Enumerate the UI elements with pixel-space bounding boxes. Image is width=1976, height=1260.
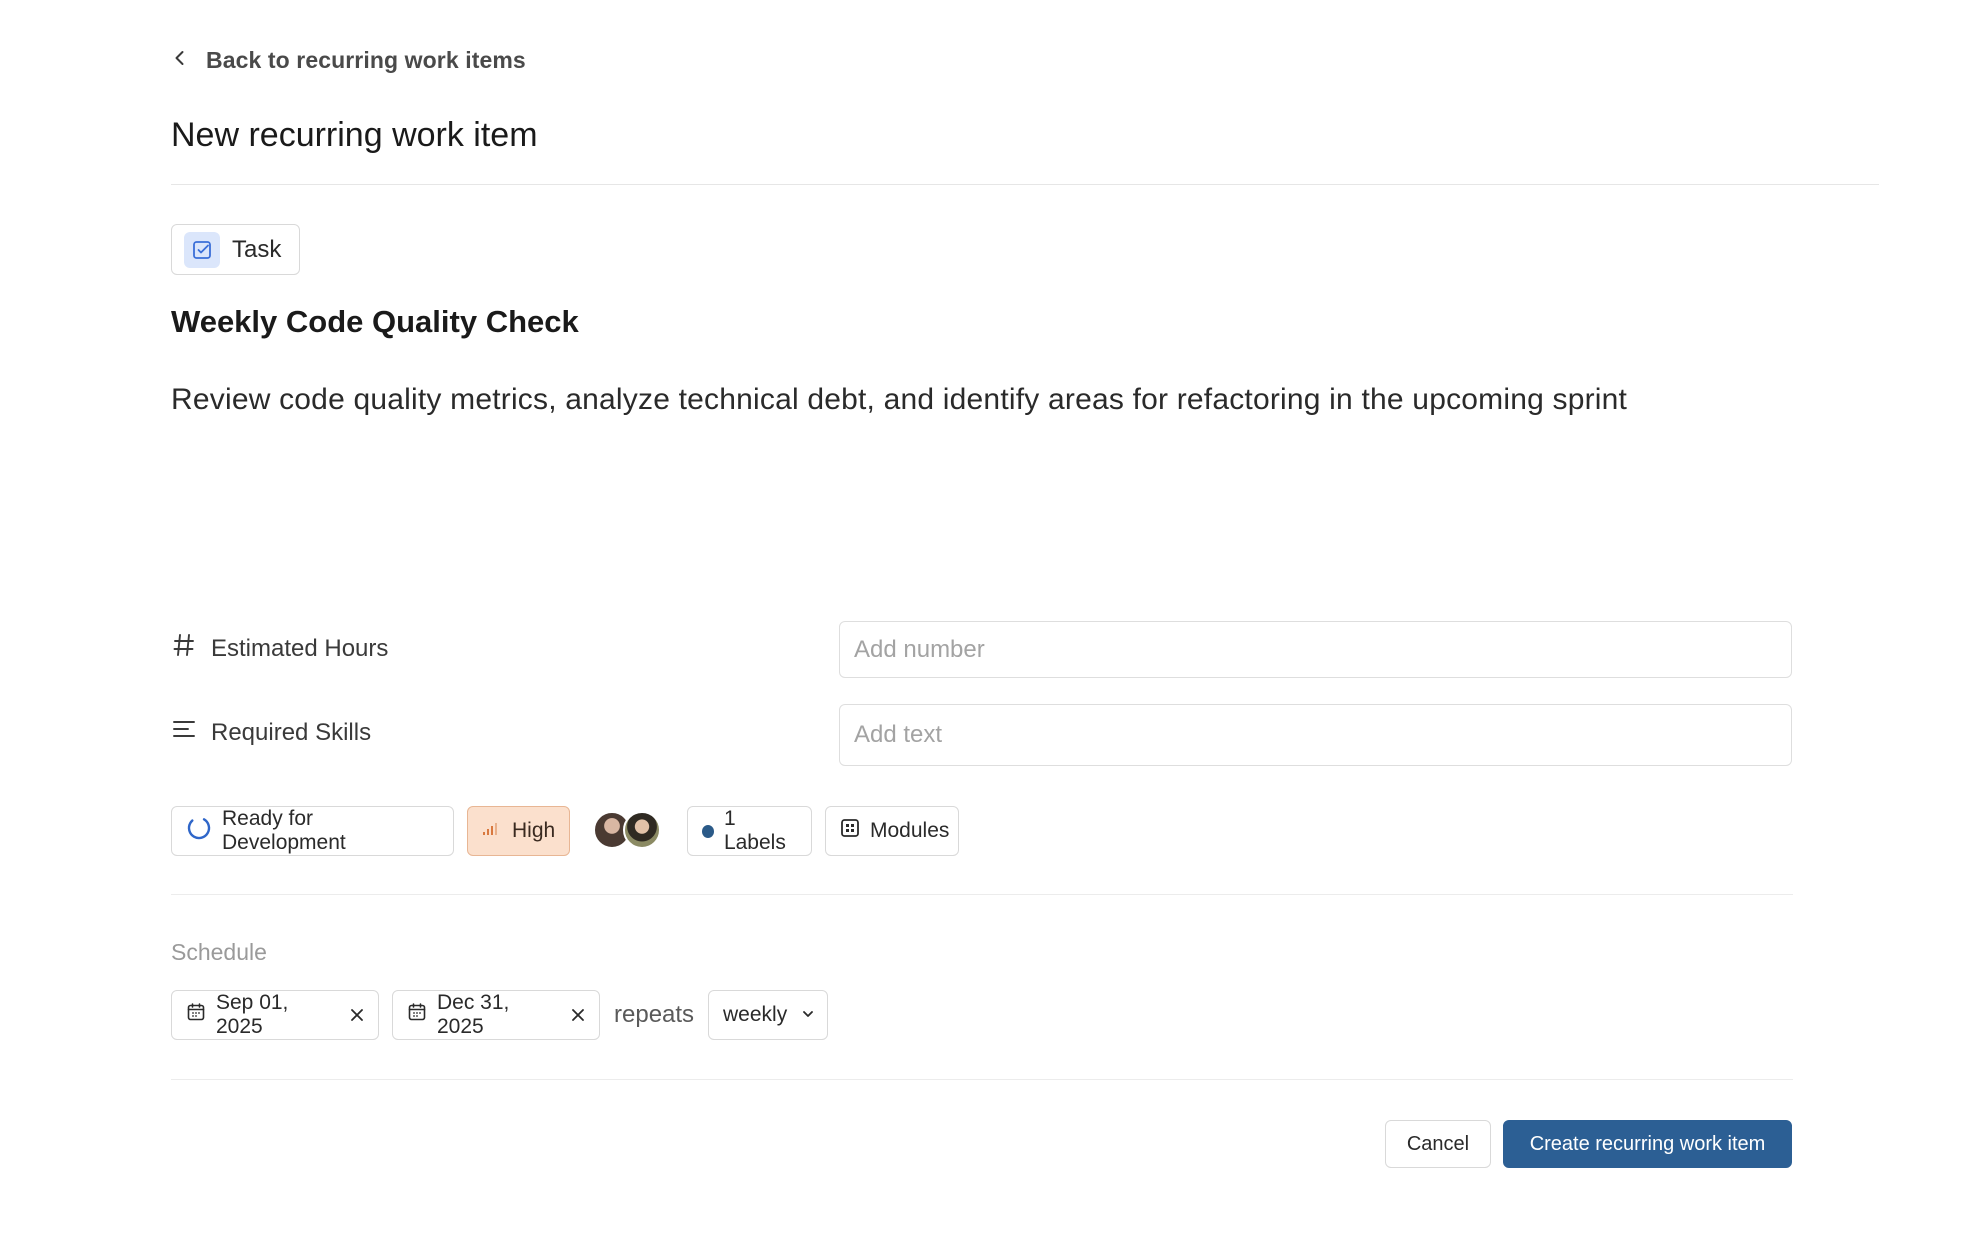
modules-label: Modules: [870, 819, 950, 842]
schedule-heading: Schedule: [171, 939, 267, 965]
estimated-hours-input[interactable]: [839, 621, 1792, 678]
required-skills-property: Required Skills: [171, 716, 371, 749]
labels-label: 1 Labels: [723, 807, 786, 854]
modules-dropdown[interactable]: Modules: [825, 806, 959, 856]
text-lines-icon: [171, 716, 197, 749]
hash-icon: [171, 632, 197, 665]
frequency-value: weekly: [723, 1003, 788, 1026]
priority-dropdown[interactable]: High: [467, 806, 570, 856]
estimated-hours-label: Estimated Hours: [211, 634, 389, 662]
required-skills-input[interactable]: [839, 704, 1792, 766]
state-dropdown[interactable]: Ready for Development: [171, 806, 454, 856]
in-progress-state-icon: [186, 815, 212, 847]
end-date-picker[interactable]: Dec 31, 2025: [392, 990, 600, 1040]
frequency-dropdown[interactable]: weekly: [708, 990, 828, 1040]
chevron-left-icon: [170, 48, 190, 73]
repeats-label: repeats: [614, 1001, 695, 1028]
clear-end-date-icon[interactable]: [568, 1005, 587, 1025]
modules-icon: [840, 818, 860, 844]
label-color-dot: [702, 824, 714, 838]
chevron-down-icon: [801, 1003, 815, 1027]
page-title: New recurring work item: [171, 116, 538, 154]
work-item-description[interactable]: Review code quality metrics, analyze tec…: [171, 383, 1627, 417]
priority-label: High: [512, 819, 556, 842]
start-date-value: Sep 01, 2025: [216, 991, 289, 1038]
back-link[interactable]: Back to recurring work items: [170, 44, 526, 76]
end-date-value: Dec 31, 2025: [437, 991, 510, 1038]
divider: [171, 184, 1879, 185]
assignees-avatar-group[interactable]: [593, 811, 663, 851]
create-recurring-work-item-button[interactable]: Create recurring work item: [1503, 1120, 1792, 1168]
start-date-picker[interactable]: Sep 01, 2025: [171, 990, 379, 1040]
divider: [171, 1079, 1793, 1080]
cancel-button[interactable]: Cancel: [1385, 1120, 1491, 1168]
work-item-type-selector[interactable]: Task: [171, 224, 300, 275]
required-skills-label: Required Skills: [211, 718, 372, 746]
avatar: [623, 811, 661, 849]
signal-bars-icon: [482, 819, 500, 843]
calendar-icon: [186, 1002, 206, 1028]
work-item-title[interactable]: Weekly Code Quality Check: [171, 304, 579, 340]
divider: [171, 894, 1793, 895]
labels-dropdown[interactable]: 1 Labels: [687, 806, 812, 856]
estimated-hours-property: Estimated Hours: [171, 632, 388, 665]
back-link-label: Back to recurring work items: [206, 46, 526, 73]
state-label: Ready for Development: [222, 807, 346, 854]
clear-start-date-icon[interactable]: [347, 1005, 366, 1025]
work-item-type-label: Task: [232, 235, 282, 263]
task-checkbox-icon: [184, 231, 220, 268]
calendar-icon: [407, 1002, 427, 1028]
